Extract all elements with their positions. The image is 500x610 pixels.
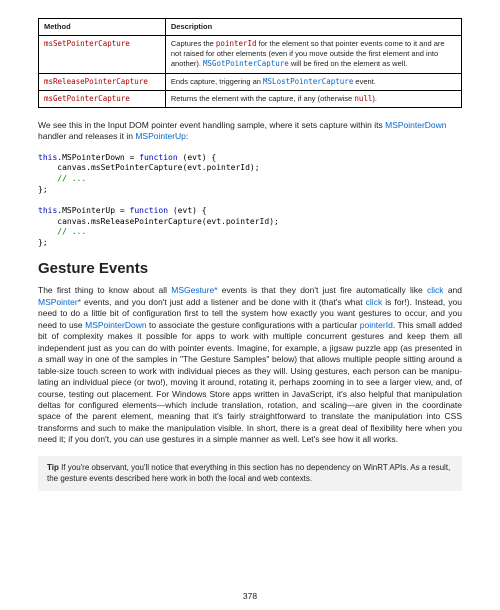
section-body: The first thing to know about all MSGest… [38,285,462,446]
method-name: msSetPointerCapture [44,39,130,48]
table-row: msGetPointerCapture Returns the element … [39,90,462,107]
intro-paragraph: We see this in the Input DOM pointer eve… [38,120,462,143]
th-description: Description [165,19,461,36]
tip-body: If you're observant, you'll notice that … [47,463,450,483]
th-method: Method [39,19,166,36]
table-row: msSetPointerCapture Captures the pointer… [39,36,462,73]
tip-label: Tip [47,463,59,472]
method-name: msGetPointerCapture [44,94,130,103]
methods-table: Method Description msSetPointerCapture C… [38,18,462,108]
code-block-pointerdown: this.MSPointerDown = function (evt) { ca… [38,153,462,196]
method-name: msReleasePointerCapture [44,77,148,86]
section-heading: Gesture Events [38,259,462,279]
code-block-pointerup: this.MSPointerUp = function (evt) { canv… [38,206,462,249]
tip-box: Tip If you're observant, you'll notice t… [38,456,462,492]
page-number: 378 [0,591,500,602]
method-desc: Captures the pointerId for the element s… [165,36,461,73]
method-desc: Returns the element with the capture, if… [165,90,461,107]
method-desc: Ends capture, triggering an MSLostPointe… [165,73,461,90]
table-row: msReleasePointerCapture Ends capture, tr… [39,73,462,90]
